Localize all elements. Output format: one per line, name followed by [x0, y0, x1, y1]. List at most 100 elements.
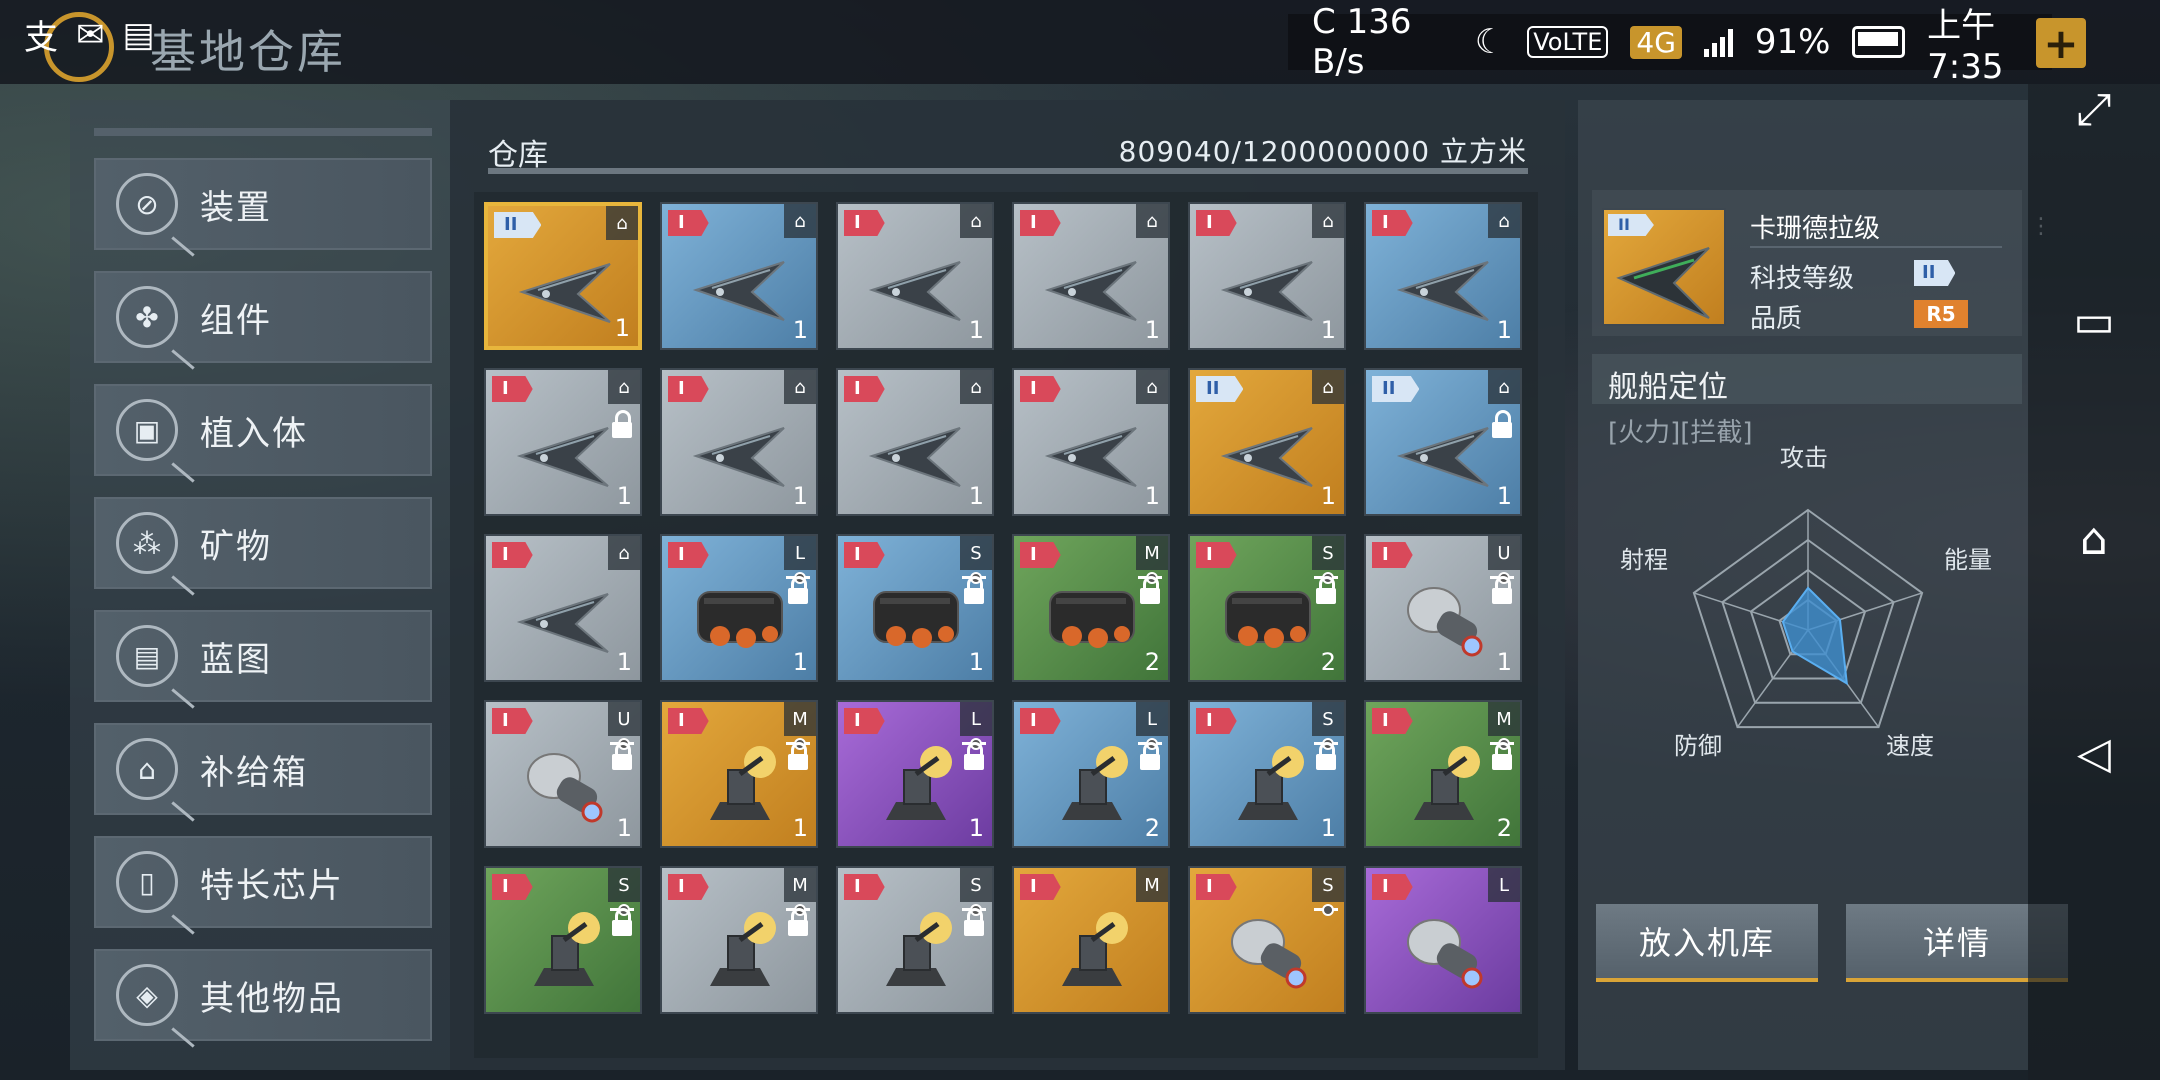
name-divider	[1750, 246, 2002, 248]
inventory-item[interactable]: I M 2	[1364, 700, 1522, 848]
lock-icon	[1140, 576, 1160, 604]
lock-icon	[1316, 576, 1336, 604]
lock-icon	[612, 410, 632, 438]
moon-icon: ☾	[1474, 22, 1506, 62]
inventory-item[interactable]: II ⌂ 1	[1188, 368, 1346, 516]
sidebar-item-implant[interactable]: ▣ 植入体	[94, 384, 432, 476]
sidebar-item-supply-box[interactable]: ⌂ 补给箱	[94, 723, 432, 815]
item-category-badge: U	[608, 702, 640, 736]
network-badge: 4G	[1630, 25, 1682, 59]
tier-badge: I	[1020, 542, 1061, 568]
tier-badge: II	[494, 212, 542, 238]
item-category-badge: L	[960, 702, 992, 736]
inventory-item[interactable]: I L 1	[836, 700, 994, 848]
tech-level-badge: II	[1914, 260, 1956, 286]
item-quantity: 1	[1496, 482, 1512, 510]
blueprint-icon: ▤	[116, 625, 178, 687]
inventory-item[interactable]: I ⌂ 1	[1012, 368, 1170, 516]
item-category-badge: M	[784, 868, 816, 902]
lock-icon	[612, 908, 632, 936]
inventory-item[interactable]: I ⌂ 1	[836, 202, 994, 350]
cube-icon: ◈	[116, 964, 178, 1026]
inventory-item[interactable]: IL	[1364, 866, 1522, 1014]
lock-icon	[1140, 742, 1160, 770]
radar-svg	[1692, 508, 1924, 729]
item-quantity: 1	[792, 648, 808, 676]
inventory-item[interactable]: I ⌂ 1	[484, 534, 642, 682]
back-icon[interactable]: ◁	[2066, 728, 2122, 779]
item-category-badge: U	[1488, 536, 1520, 570]
sidebar-item-mineral[interactable]: ⁂ 矿物	[94, 497, 432, 589]
storage-panel: 仓库 809040/1200000000 立方米 II ⌂ 1 I ⌂ 1 I ⌂ 1 I ⌂ 1 I ⌂…	[450, 100, 1565, 1070]
lock-icon	[964, 576, 984, 604]
selected-ship-thumbnail: II	[1602, 208, 1726, 326]
item-grid-scroll[interactable]: II ⌂ 1 I ⌂ 1 I ⌂ 1 I ⌂ 1 I ⌂ 1 I ⌂ 1 I ⌂ 1 I ⌂ 1 I ⌂ 1 I ⌂ 1 II ⌂ 1 II ⌂ 1 I…	[474, 192, 1538, 1058]
sidebar-divider	[94, 128, 432, 136]
put-in-hangar-button[interactable]: 放入机库	[1596, 904, 1818, 982]
lock-icon	[612, 742, 632, 770]
tier-badge: I	[1372, 542, 1413, 568]
battery-icon	[1852, 26, 1906, 58]
sidebar-item-cube[interactable]: ◈ 其他物品	[94, 949, 432, 1041]
sidebar-item-device[interactable]: ⊘ 装置	[94, 158, 432, 250]
item-category-badge: S	[960, 868, 992, 902]
supply-box-icon: ⌂	[116, 738, 178, 800]
tier-badge: I	[668, 210, 709, 236]
puzzle-icon: ✤	[116, 286, 178, 348]
item-category-badge: ⌂	[1312, 204, 1344, 238]
home-icon[interactable]: ⌂	[2066, 514, 2122, 565]
lock-icon	[964, 742, 984, 770]
item-quantity: 1	[1496, 316, 1512, 344]
capacity-bar	[488, 168, 1528, 174]
item-category-badge: M	[784, 702, 816, 736]
tier-badge: I	[1020, 376, 1061, 402]
inventory-item[interactable]: IS	[484, 866, 642, 1014]
sidebar-item-chip[interactable]: ▯ 特长芯片	[94, 836, 432, 928]
sidebar-item-label: 补给箱	[200, 752, 308, 793]
status-bar: 支 ✉ ▤ 基地仓库 C 136 B/s ☾ VoLTE 4G 91% 上午7:…	[0, 0, 2160, 87]
inventory-item[interactable]: II ⌂ 1	[1364, 368, 1522, 516]
inventory-item[interactable]: I ⌂ 1	[660, 368, 818, 516]
radar-label-range: 射程	[1620, 546, 1668, 574]
item-quantity: 1	[1144, 482, 1160, 510]
tier-badge: I	[1020, 210, 1061, 236]
inventory-item[interactable]: I M 1	[660, 700, 818, 848]
item-category-badge: M	[1136, 868, 1168, 902]
tech-level-label: 科技等级	[1750, 264, 1855, 294]
navigation-bar: ⤢ ▭ ⌂ ◁	[2028, 84, 2160, 1080]
inventory-item[interactable]: I ⌂ 1	[484, 368, 642, 516]
quality-badge: R5	[1914, 300, 1968, 328]
inventory-item[interactable]: I M 2	[1012, 534, 1170, 682]
inventory-item[interactable]: I ⌂ 1	[660, 202, 818, 350]
inventory-item[interactable]: IS	[1188, 866, 1346, 1014]
inventory-item[interactable]: I S 1	[1188, 700, 1346, 848]
item-quantity: 1	[792, 482, 808, 510]
inventory-item[interactable]: IM	[1012, 866, 1170, 1014]
sidebar-item-label: 矿物	[200, 526, 272, 567]
inventory-item[interactable]: I L 1	[660, 534, 818, 682]
item-category-badge: L	[1488, 868, 1520, 902]
inventory-item[interactable]: I S 2	[1188, 534, 1346, 682]
chip-icon: ▯	[116, 851, 178, 913]
sidebar-item-blueprint[interactable]: ▤ 蓝图	[94, 610, 432, 702]
inventory-item[interactable]: I U 1	[484, 700, 642, 848]
sidebar-item-puzzle[interactable]: ✤ 组件	[94, 271, 432, 363]
recents-icon[interactable]: ▭	[2066, 296, 2122, 347]
inventory-item[interactable]: I ⌂ 1	[1012, 202, 1170, 350]
inventory-item[interactable]: I S 1	[836, 534, 994, 682]
mineral-icon: ⁂	[116, 512, 178, 574]
inventory-item[interactable]: I ⌂ 1	[1188, 202, 1346, 350]
inventory-item[interactable]: IM	[660, 866, 818, 1014]
inventory-item[interactable]: I L 2	[1012, 700, 1170, 848]
inventory-item[interactable]: II ⌂ 1	[484, 202, 642, 350]
item-quantity: 1	[616, 482, 632, 510]
inventory-item[interactable]: I ⌂ 1	[1364, 202, 1522, 350]
fullscreen-icon[interactable]: ⤢	[2066, 84, 2122, 135]
speed-text: C 136 B/s	[1312, 2, 1412, 82]
inventory-item[interactable]: IS	[836, 866, 994, 1014]
add-currency-button[interactable]: +	[2036, 18, 2086, 68]
inventory-item[interactable]: I ⌂ 1	[836, 368, 994, 516]
inventory-item[interactable]: I U 1	[1364, 534, 1522, 682]
device-icon: ⊘	[116, 173, 178, 235]
item-category-badge: ⌂	[1136, 204, 1168, 238]
